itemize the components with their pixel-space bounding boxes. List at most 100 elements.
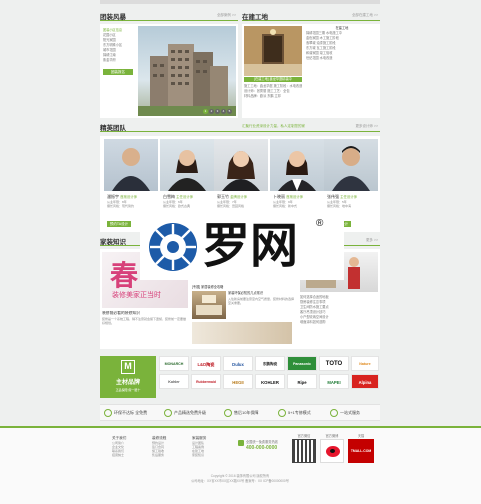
designer-name: 潘振宇 — [107, 194, 119, 199]
building-illustration — [138, 44, 236, 116]
banner-subtitle: 装修美家正当时 — [112, 292, 161, 299]
brand-logo[interactable]: L&D陶瓷 — [191, 356, 221, 371]
designer-figure — [278, 151, 316, 191]
site-list-item[interactable]: 世纪花园 水电改造 — [306, 56, 378, 61]
banner-title: 春 — [110, 259, 139, 292]
brand-main-sub: 正品保障 假一赔十 — [115, 388, 141, 392]
brand-logo[interactable]: KOHLER — [255, 374, 285, 389]
designer-role: 首席设计师 — [120, 195, 138, 199]
service-icon — [330, 408, 338, 417]
service-item: 5+1专修模式 — [278, 406, 311, 419]
service-label: 环保不达标 全免费 — [114, 410, 148, 415]
brand-main-title: 主材品牌 — [115, 380, 140, 386]
brand-logo[interactable]: MAPEI — [319, 374, 349, 389]
hotline-block: 全国统一免费服务热线 400-000-0000 — [238, 440, 288, 451]
tuanzhuang-title: 团装风暴 — [100, 14, 126, 21]
team-header: 精英团队 汇聚行业资深设计力量，私人定制您的家 更多设计师 >> — [100, 122, 380, 132]
team-slogan: 汇聚行业资深设计力量，私人定制您的家 — [242, 124, 305, 128]
zaijian-more-link[interactable]: 全部在建工地 >> — [352, 13, 378, 18]
brand-logo[interactable]: Kohler — [159, 374, 189, 389]
site-photo[interactable] — [244, 26, 302, 76]
brand-logo[interactable]: Dulux — [223, 356, 253, 371]
knowledge-list-item[interactable]: 墙面涂料如何选购 — [300, 320, 378, 325]
slider-dot[interactable]: 4 — [221, 109, 226, 114]
site-desc-line: 材料品牌：欧派 东鹏 立邦 — [244, 94, 281, 98]
designer-figure — [112, 148, 150, 191]
article-summary: 装修是一个系统工程，稍不注意就会留下遗憾，装修前一定要做好规划。 — [102, 317, 187, 326]
designer-figure — [222, 151, 260, 191]
service-label: 一站式服务 — [340, 410, 360, 415]
designer-photo — [214, 139, 268, 191]
designer-style: 擅长风格：地中海 — [327, 204, 352, 208]
tmall-icon[interactable]: TMALL.COM — [348, 439, 374, 463]
footer-column: 装修流程 预约设计 签订合同 施工验收 售后服务 — [152, 436, 182, 457]
footer-column: 关于我们 公司简介 企业文化 联系我们 招贤纳士 — [112, 436, 142, 457]
service-label: 5+1专修模式 — [288, 410, 311, 415]
upgrade-icon — [164, 408, 172, 417]
designer-name: 郭玉竹 — [217, 194, 229, 199]
registered-mark: ® — [316, 218, 324, 229]
knowledge-more-link[interactable]: 更多 >> — [366, 238, 378, 243]
tuanzhuang-panel: 团装小区信息 花园小区 阳光家园 东方明珠小区 城市花园 锦绣江南 紫金华府 团… — [100, 24, 238, 118]
copyright: Copyright © 2016 装饰有限公司 版权所有 公司地址：XX省XX市… — [140, 474, 340, 484]
building-photo[interactable]: 1 2 3 4 5 — [138, 26, 236, 116]
brand-logo[interactable]: Ripe — [287, 374, 317, 389]
qr-wechat: 官方微信 — [292, 434, 316, 463]
slider-dot[interactable]: 5 — [227, 109, 232, 114]
bathroom-photo[interactable] — [192, 322, 292, 344]
designer-book-button[interactable]: 预约TA设计 — [107, 221, 131, 227]
footer-link[interactable]: 售后服务 — [152, 453, 182, 457]
brand-logo[interactable]: HEGII — [223, 374, 253, 389]
knowledge-title: 家装知识 — [100, 239, 126, 246]
brand-logo[interactable]: 东鹏陶瓷 — [255, 356, 285, 371]
brand-logo[interactable]: TOTO — [319, 356, 349, 371]
team-more-link[interactable]: 更多设计师 >> — [355, 124, 378, 129]
weibo-icon[interactable] — [320, 439, 344, 463]
site-caption[interactable]: [在建工地] 鑫龙华庭精装中 — [244, 77, 302, 82]
slider-dot[interactable]: 1 — [203, 109, 208, 114]
service-item: 售后10年保障 — [224, 406, 258, 419]
designer-name: 白雪梅 — [163, 194, 175, 199]
zaijian-title: 在建工地 — [242, 14, 268, 21]
brand-main-icon: M — [121, 360, 135, 374]
tuan-list-item[interactable]: 紫金华府 — [103, 58, 133, 63]
tuan-signup-button[interactable]: 团装报名 — [103, 69, 133, 75]
designer-figure — [332, 146, 370, 191]
designer-photo — [270, 139, 324, 191]
zaijian-header: 在建工地 全部在建工地 >> — [242, 11, 380, 21]
service-item: 一站式服务 — [330, 406, 360, 419]
qr-weibo: 官方微博 — [320, 434, 344, 463]
phone-icon — [238, 440, 244, 446]
article-title[interactable]: 装修前必看的装修知识 — [102, 311, 188, 316]
designer-photo — [104, 139, 158, 191]
designer-photo — [160, 139, 214, 191]
tuan-list: 团装小区信息 花园小区 阳光家园 东方明珠小区 城市花园 锦绣江南 紫金华府 团… — [103, 28, 133, 75]
living-room-photo[interactable] — [192, 291, 226, 319]
designer-style: 擅长风格：欧式古典 — [163, 204, 191, 208]
slider-dot[interactable]: 3 — [215, 109, 220, 114]
brand-logo[interactable]: Rubbermaid — [191, 374, 221, 389]
brand-logo[interactable]: MONARCH — [159, 356, 189, 371]
watermark-logo: 罗网 ® — [140, 214, 344, 280]
tuanzhuang-more-link[interactable]: 全部案例 >> — [217, 13, 236, 18]
interior-illustration — [244, 26, 302, 76]
brand-logo[interactable]: Panasonic — [287, 356, 317, 371]
check-icon — [278, 408, 286, 417]
slider-dot[interactable]: 2 — [209, 109, 214, 114]
brand-logo[interactable]: Alpina — [351, 374, 379, 389]
qr-tmall: 天猫 TMALL.COM — [348, 434, 374, 463]
footer-link[interactable]: 家装知识 — [192, 453, 222, 457]
designer-style: 擅长风格：现代简约 — [107, 204, 135, 208]
designer-name: 张伟强 — [327, 194, 339, 199]
living-room-illustration — [196, 295, 222, 315]
designer-style: 擅长风格：新中式 — [273, 204, 298, 208]
topic-title[interactable]: [专题] 家居装修全攻略 — [192, 285, 292, 290]
article-summary: 入住新房前要注意室内空气质量，装修材料的选择至关重要。 — [228, 297, 295, 306]
knowledge-list: 如何选择合适的地板 厨房装修注意事项 卫生间防水施工要点 客厅吊顶设计技巧 小户… — [300, 295, 378, 325]
brand-logo[interactable]: Nature — [351, 356, 379, 371]
footer-link[interactable]: 招贤纳士 — [112, 453, 142, 457]
article-title[interactable]: 家装环保必知的几点常识 — [228, 291, 294, 296]
footer-column: 家装服务 设计团队 工程案例 在建工地 家装知识 — [192, 436, 222, 457]
brand-main-tile[interactable]: M 主材品牌 正品保障 假一赔十 — [100, 356, 156, 398]
designer-style: 擅长风格：田园风格 — [217, 204, 245, 208]
